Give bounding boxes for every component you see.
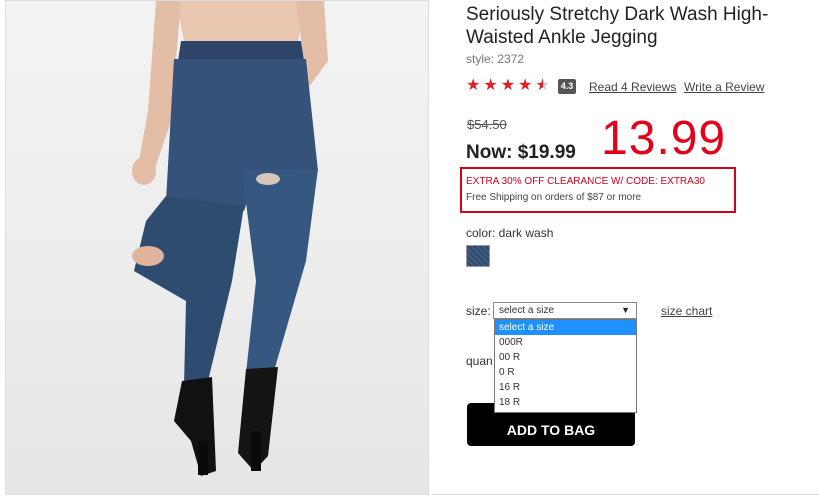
size-select-value: select a size xyxy=(499,305,555,316)
star-icon: ★ xyxy=(518,77,533,94)
size-option[interactable]: 00 R xyxy=(495,350,636,365)
star-rating[interactable]: ★ ★ ★ ★ ★ 4.3 xyxy=(466,77,577,95)
star-icon: ★ xyxy=(466,77,481,94)
rating-badge: 4.3 xyxy=(557,78,577,94)
half-star-icon: ★ xyxy=(535,77,550,94)
size-select[interactable]: select a size ▼ xyxy=(493,302,637,319)
original-price: $54.50 xyxy=(467,117,507,132)
product-title: Seriously Stretchy Dark Wash High-Waiste… xyxy=(466,4,769,48)
size-option[interactable]: 0 R xyxy=(495,365,636,380)
free-shipping-text: Free Shipping on orders of $87 or more xyxy=(466,192,642,203)
write-review-link[interactable]: Write a Review xyxy=(684,80,764,94)
promo-code-text: EXTRA 30% OFF CLEARANCE W/ CODE: EXTRA30 xyxy=(466,176,705,187)
size-chart-link[interactable]: size chart xyxy=(661,304,712,318)
quantity-label: quan xyxy=(466,354,493,368)
annotated-price: 13.99 xyxy=(601,112,727,165)
product-image[interactable] xyxy=(5,0,429,495)
jeans-model-illustration xyxy=(132,1,328,476)
star-icon: ★ xyxy=(483,77,498,94)
section-divider xyxy=(432,494,819,495)
color-swatch-dark-wash[interactable] xyxy=(466,245,490,267)
star-icon: ★ xyxy=(500,77,516,94)
size-option[interactable]: 16 R xyxy=(495,380,636,395)
color-label: color: dark wash xyxy=(466,226,554,240)
style-code: style: 2372 xyxy=(466,52,525,66)
size-label: size: xyxy=(466,304,491,318)
size-option[interactable]: 000R xyxy=(495,335,636,350)
sale-price: Now: $19.99 xyxy=(466,142,576,163)
size-option[interactable]: 18 R xyxy=(495,395,636,410)
dropdown-arrow-icon: ▼ xyxy=(621,305,630,315)
read-reviews-link[interactable]: Read 4 Reviews xyxy=(589,80,676,94)
size-option[interactable]: select a size xyxy=(495,320,636,335)
size-dropdown-list: select a size 000R 00 R 0 R 16 R 18 R xyxy=(494,319,637,413)
promo-highlight-box xyxy=(460,167,736,213)
